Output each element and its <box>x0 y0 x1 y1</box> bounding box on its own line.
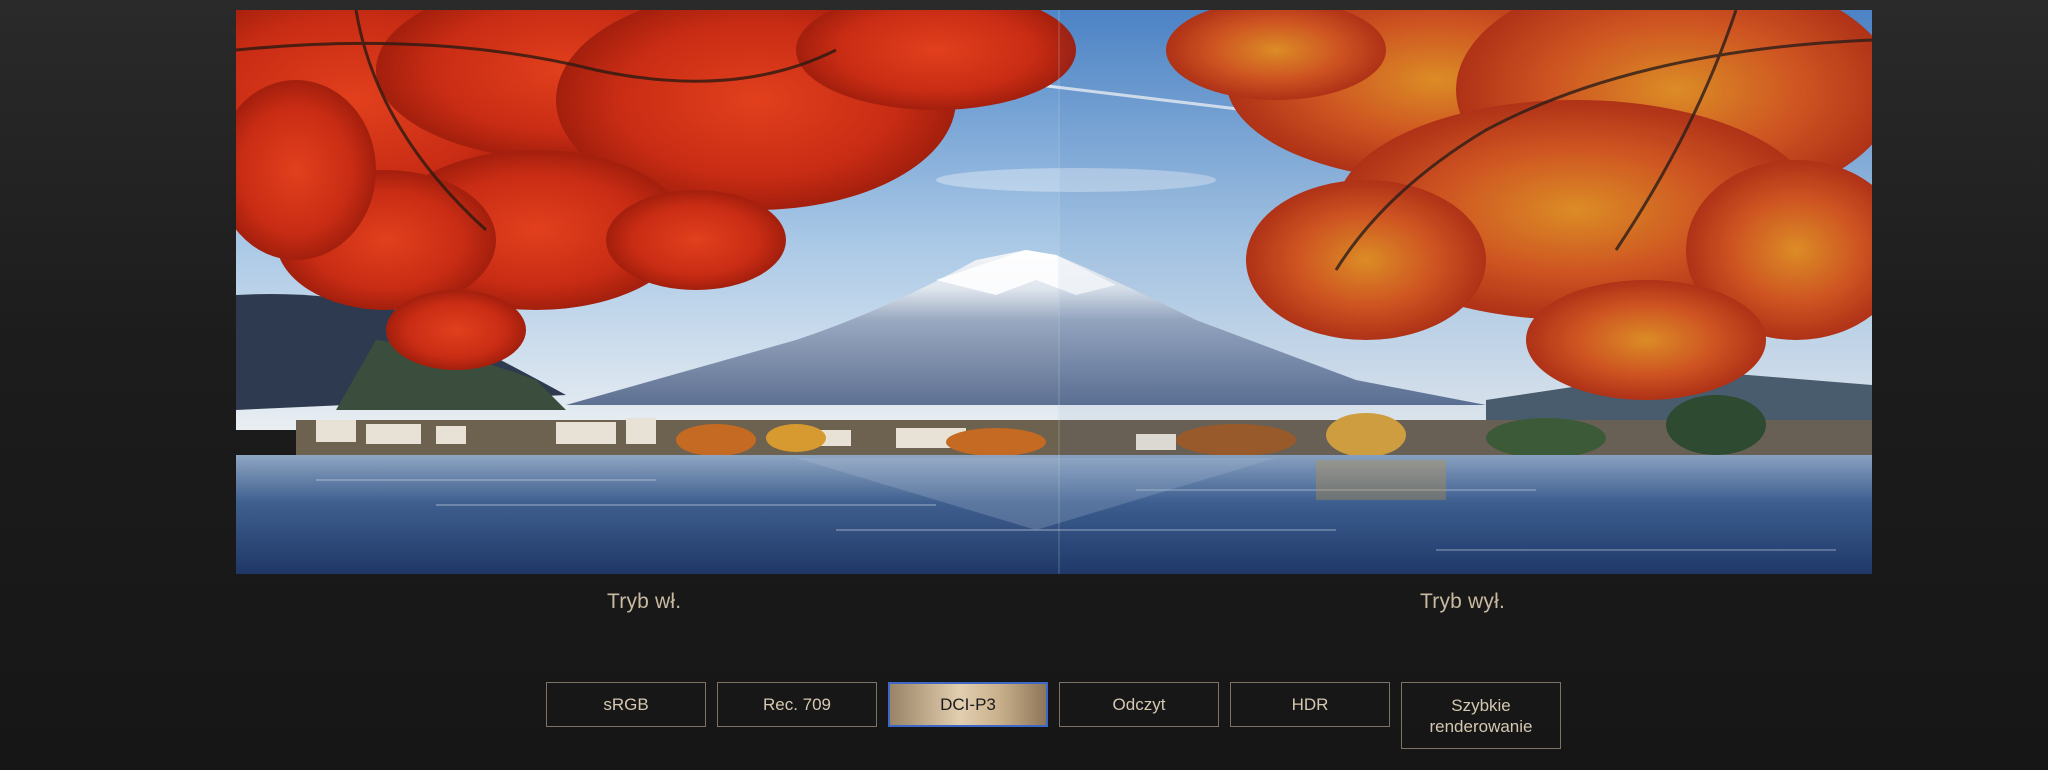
comparison-divider[interactable] <box>1058 10 1060 574</box>
mode-button-fast-rendering[interactable]: Szybkie renderowanie <box>1401 682 1561 749</box>
mode-on-caption: Tryb wł. <box>607 590 682 613</box>
mode-on-side <box>236 10 1058 574</box>
mode-button-srgb[interactable]: sRGB <box>546 682 706 727</box>
mode-off-side <box>1058 10 1872 574</box>
mode-button-reading[interactable]: Odczyt <box>1059 682 1219 727</box>
mode-button-dci-p3[interactable]: DCI-P3 <box>888 682 1048 727</box>
mode-off-caption: Tryb wył. <box>1420 590 1506 613</box>
mode-button-rec709[interactable]: Rec. 709 <box>717 682 877 727</box>
mode-button-hdr[interactable]: HDR <box>1230 682 1390 727</box>
comparison-image <box>236 10 1872 574</box>
color-mode-selector: sRGB Rec. 709 DCI-P3 Odczyt HDR Szybkie … <box>546 682 1561 749</box>
page: Tryb wł. Tryb wył. sRGB Rec. 709 DCI-P3 … <box>0 0 2048 770</box>
